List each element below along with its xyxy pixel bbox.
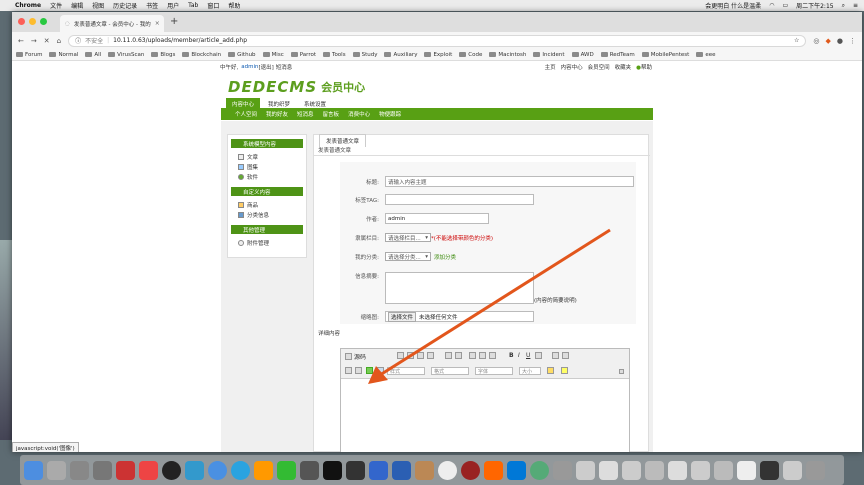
annotation-arrow [368, 228, 611, 384]
arrow-shaft [379, 228, 611, 377]
app-icon[interactable] [484, 460, 503, 480]
window-thumb-icon[interactable] [599, 460, 618, 480]
app-icon[interactable] [116, 460, 135, 480]
window-thumb-icon[interactable] [622, 460, 641, 480]
window-thumb-icon[interactable] [714, 460, 733, 480]
app-icon[interactable] [530, 460, 549, 480]
app-icon[interactable] [93, 460, 112, 480]
arrow-head [368, 366, 388, 384]
window-thumb-icon[interactable] [645, 460, 664, 480]
qq-icon[interactable] [162, 460, 181, 480]
system-prefs-icon[interactable] [70, 460, 89, 480]
window-thumb-icon[interactable] [783, 460, 802, 480]
word-icon[interactable] [392, 460, 411, 480]
window-thumb-icon[interactable] [668, 460, 687, 480]
terminal-icon[interactable] [323, 460, 342, 480]
app-icon[interactable] [300, 460, 319, 480]
telegram-icon[interactable] [231, 460, 250, 480]
app-icon[interactable] [346, 460, 365, 480]
trash-icon[interactable] [806, 460, 825, 480]
windows-icon[interactable] [507, 460, 526, 480]
app-icon[interactable] [576, 460, 595, 480]
netease-music-icon[interactable] [139, 460, 158, 480]
app-icon[interactable] [415, 460, 434, 480]
launchpad-icon[interactable] [47, 460, 66, 480]
mac-dock [20, 455, 844, 485]
app-icon[interactable] [185, 460, 204, 480]
app-icon[interactable] [369, 460, 388, 480]
app-icon[interactable] [461, 460, 480, 480]
sublime-icon[interactable] [254, 460, 273, 480]
wechat-icon[interactable] [277, 460, 296, 480]
window-thumb-icon[interactable] [737, 460, 756, 480]
chrome-icon[interactable] [208, 460, 227, 480]
window-thumb-icon[interactable] [760, 460, 779, 480]
window-thumb-icon[interactable] [691, 460, 710, 480]
photos-icon[interactable] [438, 460, 457, 480]
app-icon[interactable] [553, 460, 572, 480]
finder-icon[interactable] [24, 460, 43, 480]
